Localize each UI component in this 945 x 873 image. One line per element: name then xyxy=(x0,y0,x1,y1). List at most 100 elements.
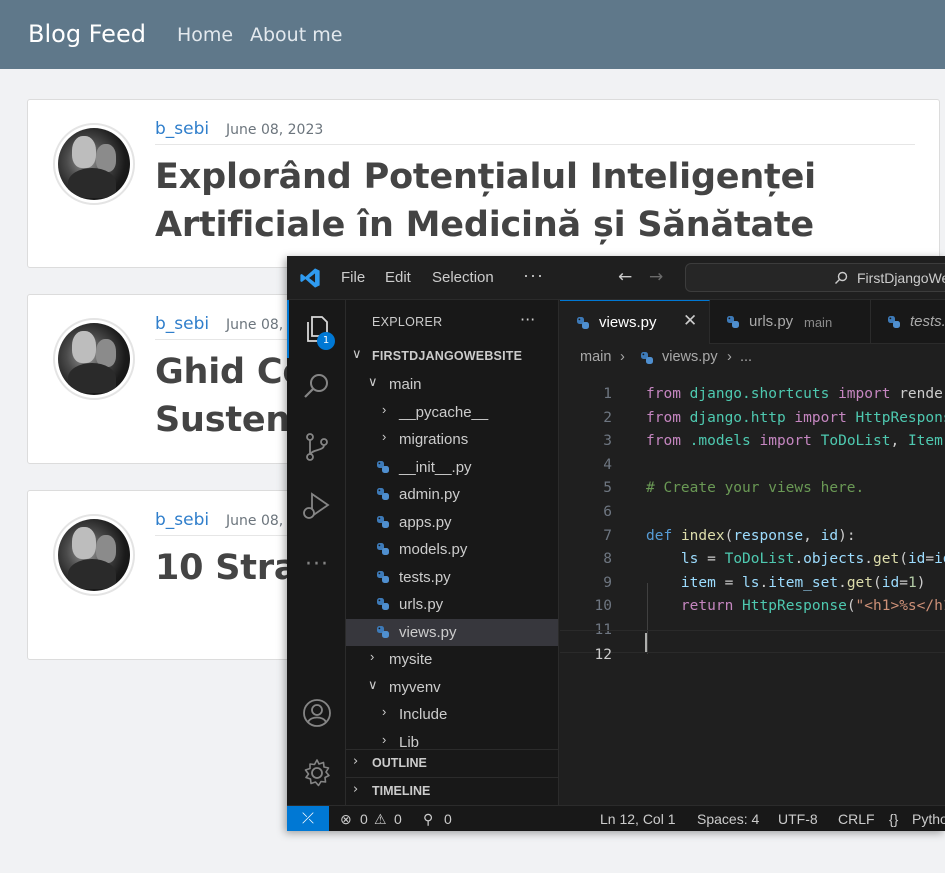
tree-folder-mysite[interactable]: › mysite xyxy=(346,646,558,673)
code-line: 1from django.shortcuts import render xyxy=(603,386,945,402)
chevron-right-icon: › xyxy=(620,349,625,365)
chevron-right-icon: › xyxy=(370,649,375,664)
explorer-sidebar: EXPLORER ··· ∨ FIRSTDJANGOWEBSITE ∨ main… xyxy=(346,300,559,805)
tree-folder-migrations[interactable]: › migrations xyxy=(346,426,558,453)
author-link[interactable]: b_sebi xyxy=(155,510,209,530)
title-bar: File Edit Selection ··· ← → FirstDjangoW… xyxy=(287,256,945,300)
current-code-line: 12 xyxy=(560,629,945,663)
explorer-more-button[interactable]: ··· xyxy=(520,310,535,329)
menu-selection[interactable]: Selection xyxy=(432,269,494,286)
python-file-icon xyxy=(577,317,589,329)
activity-bar: 1 ··· xyxy=(287,300,346,805)
nav-about-link[interactable]: About me xyxy=(250,24,342,46)
author-avatar xyxy=(53,514,135,596)
cursor-position[interactable]: Ln 12, Col 1 xyxy=(600,811,676,827)
code-line: 11 xyxy=(594,622,612,638)
author-avatar xyxy=(53,318,135,400)
breadcrumb-file[interactable]: views.py xyxy=(662,349,718,365)
post-meta: b_sebi June 08, 2023 xyxy=(155,119,915,145)
author-link[interactable]: b_sebi xyxy=(155,314,209,334)
text-cursor xyxy=(645,632,647,652)
close-icon[interactable]: ✕ xyxy=(683,311,697,331)
chevron-right-icon: › xyxy=(353,782,359,797)
tab-tests-py[interactable]: tests.py xyxy=(871,300,945,344)
code-line: 4 xyxy=(603,456,612,473)
python-file-icon xyxy=(377,461,389,473)
outline-section[interactable]: › OUTLINE xyxy=(346,749,558,777)
source-control-icon[interactable] xyxy=(301,431,333,463)
menu-file[interactable]: File xyxy=(341,269,365,286)
breadcrumb-folder[interactable]: main xyxy=(580,349,611,365)
tree-file-models[interactable]: models.py xyxy=(346,536,558,563)
python-file-icon xyxy=(377,598,389,610)
python-file-icon xyxy=(377,488,389,500)
tree-file-urls[interactable]: urls.py xyxy=(346,591,558,618)
code-line: 6 xyxy=(603,504,612,520)
tree-folder-myvenv[interactable]: ∨ myvenv xyxy=(346,674,558,701)
python-file-icon xyxy=(641,352,653,364)
tab-urls-py[interactable]: urls.py main xyxy=(710,300,871,344)
post-date: June 08, 2023 xyxy=(226,122,324,138)
status-bar: ⤫ ⊗ 0 ⚠ 0 ⚲ 0 Ln 12, Col 1 Spaces: 4 UTF… xyxy=(287,805,945,831)
language-mode[interactable]: Python xyxy=(912,811,945,827)
encoding[interactable]: UTF-8 xyxy=(778,811,818,827)
brand-link[interactable]: Blog Feed xyxy=(28,20,146,48)
breadcrumb-symbol[interactable]: ... xyxy=(740,349,752,365)
ports-count[interactable]: 0 xyxy=(444,811,452,827)
python-file-icon xyxy=(888,316,900,328)
post-card: b_sebi June 08, 2023 Explorând Potențial… xyxy=(27,99,940,268)
warning-count[interactable]: 0 xyxy=(394,811,402,827)
error-count[interactable]: 0 xyxy=(360,811,368,827)
menu-more-button[interactable]: ··· xyxy=(523,265,544,286)
tree-file-apps[interactable]: apps.py xyxy=(346,509,558,536)
post-title-link[interactable]: Explorând Potențialul Inteligenței Artif… xyxy=(155,153,915,249)
navbar: Blog Feed Home About me xyxy=(0,0,945,69)
tree-folder-pycache[interactable]: › __pycache__ xyxy=(346,399,558,426)
gear-icon[interactable] xyxy=(301,757,333,789)
tree-file-tests[interactable]: tests.py xyxy=(346,564,558,591)
tree-file-views-selected[interactable]: views.py xyxy=(346,619,558,646)
code-editor[interactable]: 1from django.shortcuts import render 2fr… xyxy=(560,370,945,790)
code-line: 9 item = ls.item_set.get(id=1) xyxy=(603,574,926,591)
back-arrow-icon[interactable]: ← xyxy=(618,267,632,287)
error-icon[interactable]: ⊗ xyxy=(340,811,352,828)
indentation[interactable]: Spaces: 4 xyxy=(697,811,759,827)
tab-views-py[interactable]: views.py ✕ xyxy=(560,300,710,344)
code-line: 10 return HttpResponse("<h1>%s</h1>" xyxy=(594,598,945,615)
forward-arrow-icon[interactable]: → xyxy=(649,267,663,287)
remote-indicator-icon[interactable]: ⤫ xyxy=(287,806,329,831)
tree-folder-include[interactable]: › Include xyxy=(346,701,558,728)
breadcrumb: main › views.py › ... xyxy=(560,344,945,372)
search-icon xyxy=(835,271,848,284)
command-center[interactable]: FirstDjangoWebsite xyxy=(685,263,945,292)
tree-file-admin[interactable]: admin.py xyxy=(346,481,558,508)
python-file-icon xyxy=(377,571,389,583)
author-link[interactable]: b_sebi xyxy=(155,119,209,139)
python-file-icon xyxy=(377,543,389,555)
project-root-folder[interactable]: ∨ FIRSTDJANGOWEBSITE xyxy=(346,343,558,370)
account-icon[interactable] xyxy=(301,697,333,729)
tree-folder-lib[interactable]: › Lib xyxy=(346,729,558,749)
explorer-badge: 1 xyxy=(317,332,335,350)
chevron-right-icon: › xyxy=(382,704,387,719)
active-indicator xyxy=(287,300,289,358)
chevron-down-icon: ∨ xyxy=(368,374,378,389)
timeline-section[interactable]: › TIMELINE xyxy=(346,777,558,805)
nav-home-link[interactable]: Home xyxy=(177,24,233,46)
chevron-right-icon: › xyxy=(382,402,387,417)
more-views-icon[interactable]: ··· xyxy=(301,552,333,584)
braces-icon: {} xyxy=(889,811,899,827)
run-debug-icon[interactable] xyxy=(301,490,333,522)
ports-icon[interactable]: ⚲ xyxy=(423,811,433,828)
warning-icon[interactable]: ⚠ xyxy=(374,811,387,828)
tree-file-init[interactable]: __init__.py xyxy=(346,454,558,481)
line-ending[interactable]: CRLF xyxy=(838,811,875,827)
command-center-label: FirstDjangoWebsite xyxy=(857,270,945,286)
code-line: 5 # Create your views here. xyxy=(603,480,865,497)
tree-folder-main[interactable]: ∨ main xyxy=(346,371,558,398)
vscode-logo-icon xyxy=(300,268,320,288)
menu-edit[interactable]: Edit xyxy=(385,269,411,286)
python-file-icon xyxy=(377,516,389,528)
search-icon[interactable] xyxy=(301,371,333,403)
code-line: 8 ls = ToDoList.objects.get(id=id) xyxy=(603,551,945,568)
